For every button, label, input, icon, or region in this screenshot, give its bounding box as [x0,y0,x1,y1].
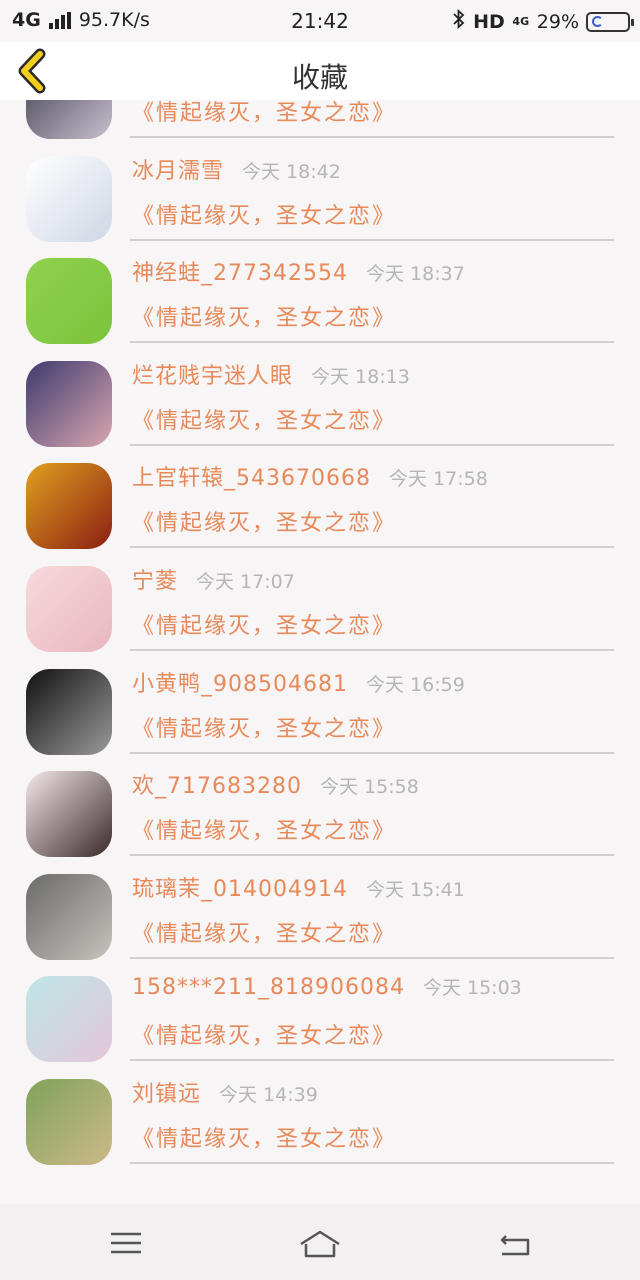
list-item[interactable]: 158***211_818906084 今天 15:03 《情起缘灭，圣女之恋》 [0,961,640,1064]
book-title[interactable]: 《情起缘灭，圣女之恋》 [132,198,396,230]
user-name[interactable]: 琉璃茉_014004914 [132,877,348,902]
book-title[interactable]: 《情起缘灭，圣女之恋》 [132,100,396,127]
divider [130,443,614,446]
book-title[interactable]: 《情起缘灭，圣女之恋》 [132,1121,396,1153]
list-item[interactable]: 烂花贱宇迷人眼 今天 18:13 《情起缘灭，圣女之恋》 [0,346,640,449]
app-screen: 4G 95.7K/s 21:42 HD 4G 29% 收藏 南宫雅氏政府_675… [0,0,640,1280]
list-item[interactable]: 上官轩辕_543670668 今天 17:58 《情起缘灭，圣女之恋》 [0,448,640,551]
divider [130,751,614,754]
book-title[interactable]: 《情起缘灭，圣女之恋》 [132,505,396,537]
net-4g-icon: 4G [512,14,530,28]
item-header: 158***211_818906084 今天 15:03 [132,973,522,1000]
item-header: 琉璃茉_014004914 今天 15:41 [132,871,465,903]
book-title[interactable]: 《情起缘灭，圣女之恋》 [132,813,396,845]
menu-icon[interactable] [104,1222,148,1266]
avatar[interactable] [26,1078,112,1165]
list-item[interactable]: 小黄鸭_908504681 今天 16:59 《情起缘灭，圣女之恋》 [0,654,640,757]
return-icon[interactable] [494,1222,538,1266]
item-header: 上官轩辕_543670668 今天 17:58 [132,460,488,492]
system-nav-bar [0,1204,640,1280]
app-header: 收藏 [0,42,640,100]
timestamp: 今天 14:39 [219,1083,318,1106]
divider [130,341,614,344]
item-header: 刘镇远 今天 14:39 [132,1076,318,1108]
user-name[interactable]: 小黄鸭_908504681 [132,672,348,697]
item-header: 欢_717683280 今天 15:58 [132,768,419,800]
timestamp: 今天 16:59 [365,673,465,696]
item-header: 宁菱 今天 17:07 [132,563,295,595]
divider [130,546,614,549]
home-icon[interactable] [298,1222,342,1266]
list-item[interactable]: 神经蛙_277342554 今天 18:37 《情起缘灭，圣女之恋》 [0,243,640,346]
divider [130,238,614,241]
user-name[interactable]: 冰月濡雪 [132,159,224,184]
divider [130,956,614,959]
timestamp: 今天 15:41 [365,878,465,901]
timestamp: 今天 15:03 [422,977,522,1000]
avatar[interactable] [26,771,112,858]
timestamp: 今天 15:58 [319,776,419,799]
timestamp: 今天 18:42 [242,160,341,183]
favorites-list: 南宫雅氏政府_675405807今天 19:13《情起缘灭，圣女之恋》冰月濡雪今… [0,100,640,1204]
divider [130,1161,614,1164]
avatar[interactable] [26,976,112,1063]
divider [130,648,614,651]
user-name[interactable]: 烂花贱宇迷人眼 [132,364,293,389]
book-title[interactable]: 《情起缘灭，圣女之恋》 [132,608,396,640]
list-item[interactable]: 欢_717683280 今天 15:58 《情起缘灭，圣女之恋》 [0,756,640,859]
list-item[interactable]: 宁菱 今天 17:07 《情起缘灭，圣女之恋》 [0,551,640,654]
hd-badge: HD [473,10,505,33]
user-name[interactable]: 刘镇远 [132,1082,201,1107]
list-item[interactable]: 琉璃茉_014004914 今天 15:41 《情起缘灭，圣女之恋》 [0,859,640,962]
user-name[interactable]: 宁菱 [132,569,178,594]
book-title[interactable]: 《情起缘灭，圣女之恋》 [132,403,396,435]
list-item[interactable]: 刘镇远 今天 14:39 《情起缘灭，圣女之恋》 [0,1064,640,1167]
item-header: 烂花贱宇迷人眼 今天 18:13 [132,358,410,390]
book-title[interactable]: 《情起缘灭，圣女之恋》 [132,711,396,743]
page-title: 收藏 [291,61,348,94]
timestamp: 今天 18:13 [311,365,410,388]
timestamp: 今天 17:58 [388,468,488,491]
list-item[interactable]: 冰月濡雪 今天 18:42 《情起缘灭，圣女之恋》 [0,141,640,244]
status-bar: 4G 95.7K/s 21:42 HD 4G 29% [0,0,640,42]
timestamp: 今天 17:07 [196,570,295,593]
avatar[interactable] [26,155,112,242]
divider [130,854,614,857]
item-header: 冰月濡雪 今天 18:42 [132,153,341,185]
avatar[interactable] [26,463,112,550]
divider [130,1059,614,1062]
avatar[interactable] [26,668,112,755]
avatar[interactable] [26,360,112,447]
book-title[interactable]: 《情起缘灭，圣女之恋》 [132,916,396,948]
battery-percent: 29% [536,10,579,33]
divider [130,136,614,138]
book-title[interactable]: 《情起缘灭，圣女之恋》 [132,300,396,332]
user-name[interactable]: 上官轩辕_543670668 [132,466,371,491]
book-title[interactable]: 《情起缘灭，圣女之恋》 [132,1018,396,1050]
user-name[interactable]: 158***211_818906084 [132,975,405,1000]
avatar[interactable] [26,873,112,960]
item-header: 小黄鸭_908504681 今天 16:59 [132,666,465,698]
item-header: 神经蛙_277342554 今天 18:37 [132,255,465,287]
avatar[interactable] [26,258,112,345]
avatar[interactable] [26,100,112,139]
user-name[interactable]: 神经蛙_277342554 [132,261,348,286]
battery-icon [586,11,634,32]
timestamp: 今天 18:37 [365,263,465,286]
avatar[interactable] [26,565,112,652]
list-item[interactable]: 南宫雅氏政府_675405807今天 19:13《情起缘灭，圣女之恋》 [0,100,640,141]
user-name[interactable]: 欢_717683280 [132,774,302,799]
bluetooth-icon [452,8,466,34]
